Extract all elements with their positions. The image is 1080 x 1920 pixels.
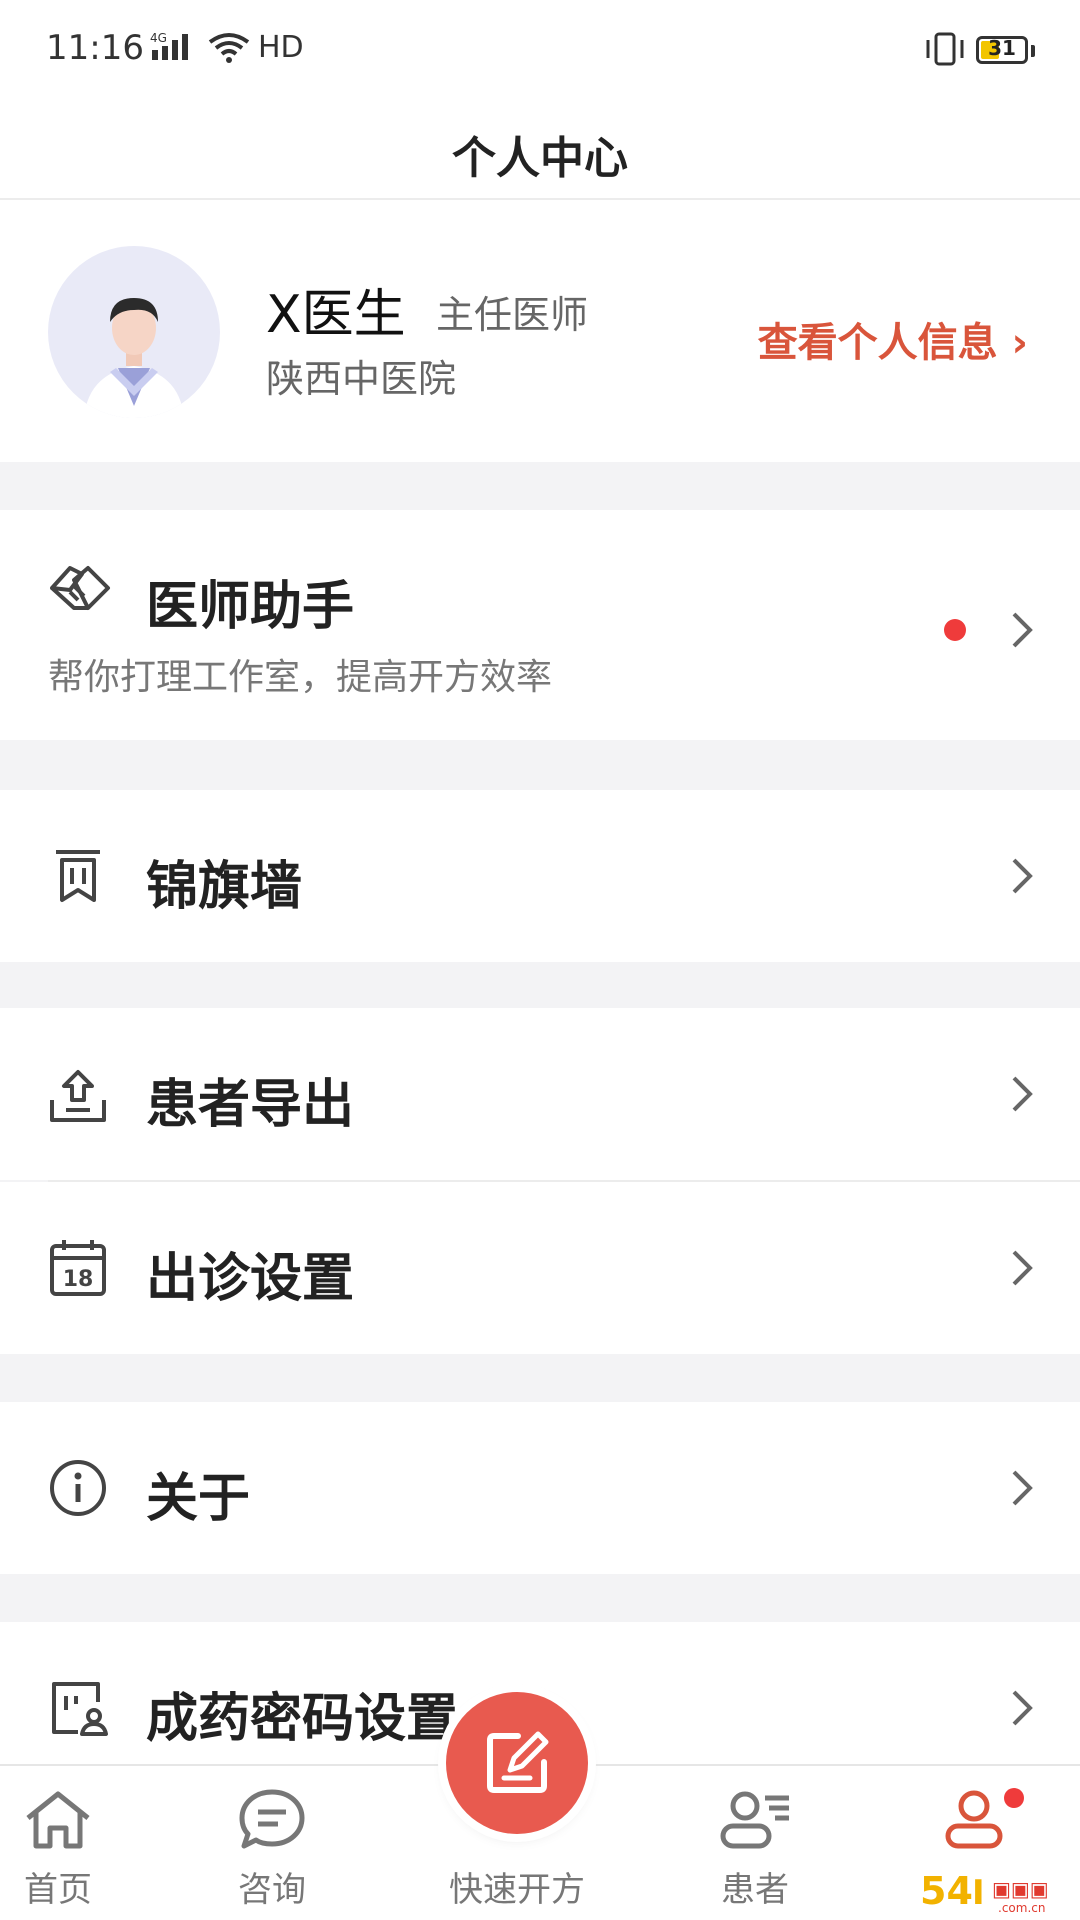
- tab-label: 快速开方: [449, 1870, 585, 1910]
- menu-item-about[interactable]: 关于: [0, 1402, 1080, 1574]
- chevron-right-icon: [1008, 610, 1036, 654]
- export-icon: [48, 1066, 108, 1130]
- tab-patients[interactable]: 患者: [655, 1766, 855, 1920]
- doctor-name: X医生: [266, 285, 406, 345]
- screen: 11:16 4G HD 31 个人中心 X医生 主任医师 陕西中医院 查看个人信…: [0, 0, 1080, 1920]
- chevron-right-icon: [1008, 1074, 1036, 1118]
- status-time: 11:16: [46, 28, 144, 68]
- tab-label: 患者: [721, 1870, 789, 1910]
- handshake-icon: [48, 560, 112, 620]
- menu-label: 出诊设置: [146, 1249, 355, 1309]
- wifi-icon: [208, 32, 250, 68]
- chevron-right-icon: [1008, 1248, 1036, 1292]
- battery-icon: 31: [976, 36, 1028, 64]
- menu-item-clinic-settings[interactable]: 18 出诊设置: [0, 1182, 1080, 1354]
- network-type-label: 4G: [150, 31, 167, 45]
- notification-dot: [1004, 1788, 1024, 1808]
- hd-indicator: HD: [258, 30, 304, 65]
- notification-dot: [944, 619, 966, 641]
- menu-item-banner-wall[interactable]: 锦旗墙: [0, 790, 1080, 962]
- tab-home[interactable]: 首页: [0, 1766, 158, 1920]
- battery-level: 31: [988, 36, 1016, 60]
- menu-label: 锦旗墙: [146, 857, 303, 917]
- menu-label: 医师助手: [146, 577, 355, 637]
- doctor-hospital: 陕西中医院: [266, 357, 457, 401]
- watermark-logo: 54 I ▣▣▣ .com.cn: [914, 1866, 1074, 1916]
- chevron-right-icon: [1008, 1468, 1036, 1512]
- svg-text:▣▣▣: ▣▣▣: [992, 1877, 1049, 1901]
- calendar-icon: 18: [48, 1238, 108, 1302]
- menu-label: 患者导出: [146, 1075, 355, 1135]
- menu-label: 成药密码设置: [146, 1689, 459, 1749]
- chevron-right-icon: [1008, 856, 1036, 900]
- tab-consult[interactable]: 咨询: [172, 1766, 372, 1920]
- menu-label: 关于: [146, 1469, 251, 1529]
- menu-item-doctor-assistant[interactable]: 医师助手 帮你打理工作室，提高开方效率: [0, 510, 1080, 740]
- page-title: 个人中心: [452, 133, 628, 184]
- cellular-signal-icon: 4G: [150, 30, 202, 68]
- banner-icon: [48, 846, 108, 910]
- tab-label: 首页: [24, 1870, 92, 1910]
- view-personal-info-link[interactable]: 查看个人信息 ›: [758, 310, 1028, 368]
- doctor-avatar-icon: [84, 298, 184, 418]
- edit-prescription-icon: [484, 1730, 550, 1800]
- doctor-title: 主任医师: [436, 293, 589, 337]
- info-icon: [48, 1458, 108, 1522]
- patients-icon: [717, 1788, 793, 1856]
- menu-subtitle: 帮你打理工作室，提高开方效率: [48, 657, 553, 698]
- status-bar: 11:16 4G HD 31: [0, 0, 1080, 100]
- tab-label: 咨询: [238, 1870, 306, 1910]
- calendar-day-label: 18: [63, 1267, 94, 1292]
- quick-prescription-button[interactable]: [446, 1692, 588, 1834]
- profile-icon: [942, 1788, 1006, 1856]
- svg-text:54: 54: [920, 1869, 973, 1913]
- menu-item-patient-export[interactable]: 患者导出: [0, 1008, 1080, 1180]
- home-icon: [22, 1788, 94, 1856]
- svg-text:I: I: [972, 1873, 985, 1913]
- svg-text:.com.cn: .com.cn: [998, 1901, 1045, 1915]
- vibrate-icon: [922, 30, 968, 72]
- password-id-icon: [48, 1678, 108, 1742]
- profile-card[interactable]: X医生 主任医师 陕西中医院 查看个人信息 ›: [0, 200, 1080, 462]
- chevron-right-icon: [1008, 1688, 1036, 1732]
- header: 个人中心: [0, 100, 1080, 200]
- chat-icon: [236, 1788, 308, 1856]
- avatar: [48, 246, 220, 418]
